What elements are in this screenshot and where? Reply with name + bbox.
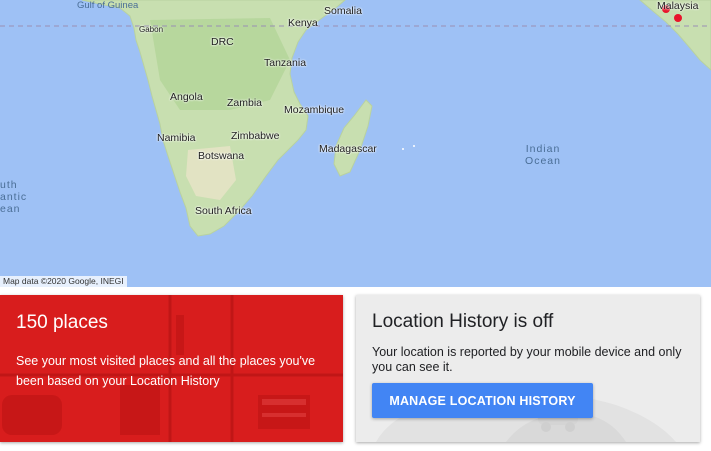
ocean-label-line: uth: [0, 179, 18, 191]
location-history-description: Your location is reported by your mobile…: [372, 345, 682, 374]
map-label-madagascar: Madagascar: [319, 143, 377, 155]
map-label-angola: Angola: [170, 91, 203, 103]
places-card[interactable]: 150 places See your most visited places …: [0, 295, 343, 442]
ocean-label-line: antic: [0, 191, 28, 203]
places-description: See your most visited places and all the…: [16, 354, 316, 388]
map-label-gulf-of-guinea: Gulf of Guinea: [77, 0, 139, 11]
map-label-namibia: Namibia: [157, 132, 196, 144]
map-label-gabon: Gabon: [139, 25, 164, 34]
ocean-label-line: Ocean: [525, 155, 561, 167]
map-label-kenya: Kenya: [288, 17, 318, 29]
location-history-title: Location History is off: [372, 311, 554, 332]
places-count-title: 150 places: [16, 312, 108, 333]
map-label-drc: DRC: [211, 36, 234, 48]
map-view[interactable]: Gulf of Guinea Somalia Kenya Gabon DRC T…: [0, 0, 711, 287]
map-label-indian-ocean: Indian Ocean: [520, 143, 566, 167]
ocean-label-line: ean: [0, 203, 21, 215]
map-attribution: Map data ©2020 Google, INEGI: [0, 276, 127, 287]
manage-location-history-button[interactable]: MANAGE LOCATION HISTORY: [372, 383, 593, 418]
map-label-malaysia: Malaysia: [657, 0, 699, 12]
location-history-card: Location History is off Your location is…: [356, 295, 700, 442]
map-label-somalia: Somalia: [324, 5, 362, 17]
map-label-mozambique: Mozambique: [284, 104, 345, 116]
map-label-south-atlantic-ocean: uth antic ean: [0, 179, 27, 215]
map-label-tanzania: Tanzania: [264, 57, 307, 69]
map-label-south-africa: South Africa: [195, 205, 252, 217]
location-marker: [674, 14, 682, 22]
map-label-botswana: Botswana: [198, 150, 245, 162]
map-label-zambia: Zambia: [227, 97, 263, 109]
ocean-label-line: Indian: [525, 143, 561, 155]
cards-row: 150 places See your most visited places …: [0, 287, 711, 451]
map-label-zimbabwe: Zimbabwe: [231, 130, 280, 142]
